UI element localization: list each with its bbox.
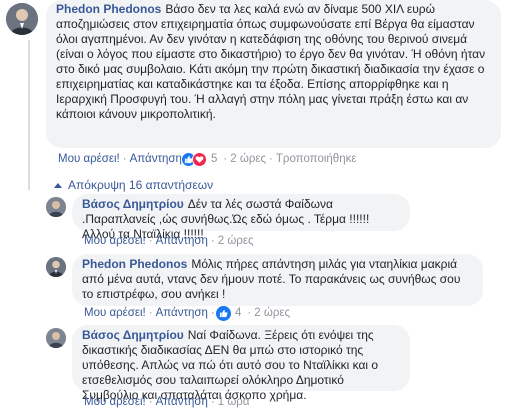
reply-link[interactable]: Απάντηση bbox=[130, 153, 182, 165]
person-photo-icon bbox=[6, 3, 38, 35]
comment-time[interactable]: 2 ώρες bbox=[230, 153, 266, 165]
reply-time[interactable]: 2 ώρες bbox=[218, 235, 254, 247]
reply-time[interactable]: 2 ώρες bbox=[254, 307, 290, 319]
avatar[interactable] bbox=[46, 197, 66, 217]
reactions-summary[interactable]: 4 · 2 ώρες bbox=[216, 305, 290, 321]
reply-text: Phedon Phedonos Μόλις πήρες απάντηση μιλά… bbox=[82, 257, 473, 302]
person-photo-icon bbox=[46, 328, 66, 348]
like-reaction-icon bbox=[216, 305, 231, 321]
person-photo-icon bbox=[46, 257, 66, 277]
reply-actions: Μου αρέσει! · Απάντηση · bbox=[84, 307, 215, 319]
comment-body: Βάσο δεν τα λες καλά ενώ αν δίναμε 500 Χ… bbox=[56, 2, 486, 121]
comment-bubble: Phedon Phedonos Βάσο δεν τα λες καλά ενώ … bbox=[46, 0, 501, 148]
hide-replies-link[interactable]: Απόκρυψη 16 απαντήσεων bbox=[54, 177, 213, 193]
comment-actions: Μου αρέσει!·Απάντηση· bbox=[58, 153, 189, 165]
reply-author[interactable]: Phedon Phedonos bbox=[82, 257, 187, 271]
comment-author[interactable]: Phedon Phedonos bbox=[56, 2, 161, 16]
avatar[interactable] bbox=[6, 3, 38, 35]
reply-author[interactable]: Βάσος Δημητρίου bbox=[82, 197, 184, 211]
reply-actions: Μου αρέσει! · Απάντηση · 2 ώρες bbox=[84, 235, 254, 247]
reply-actions: Μου αρέσει! · Απάντηση · 1 ώρα bbox=[84, 396, 250, 408]
like-link[interactable]: Μου αρέσει! bbox=[84, 307, 146, 319]
edited-label[interactable]: Τροποποιήθηκε bbox=[276, 153, 357, 165]
reaction-count: 5 bbox=[211, 153, 218, 165]
avatar[interactable] bbox=[46, 257, 66, 277]
avatar[interactable] bbox=[46, 328, 66, 348]
person-photo-icon bbox=[46, 197, 66, 217]
reply-time[interactable]: 1 ώρα bbox=[218, 396, 250, 408]
reply-bubble: Βάσος Δημητρίου Δέν τα λές σωστά Φαίδωνα … bbox=[72, 194, 410, 241]
comment-text: Phedon Phedonos Βάσο δεν τα λες καλά ενώ … bbox=[56, 2, 491, 122]
like-link[interactable]: Μου αρέσει! bbox=[84, 396, 146, 408]
love-reaction-icon bbox=[192, 151, 207, 167]
reply-bubble: Βάσος Δημητρίου Ναί Φαίδωνα. Ξέρεις ότι ε… bbox=[72, 325, 410, 402]
reaction-count: 4 bbox=[235, 307, 242, 319]
like-link[interactable]: Μου αρέσει! bbox=[58, 153, 120, 165]
thread-line bbox=[28, 40, 30, 190]
like-link[interactable]: Μου αρέσει! bbox=[84, 235, 146, 247]
reply-bubble: Phedon Phedonos Μόλις πήρες απάντηση μιλά… bbox=[72, 254, 483, 306]
reply-link[interactable]: Απάντηση bbox=[156, 235, 208, 247]
reply-link[interactable]: Απάντηση bbox=[156, 396, 208, 408]
reply-author[interactable]: Βάσος Δημητρίου bbox=[82, 328, 184, 342]
collapse-arrow-icon bbox=[54, 182, 62, 188]
reply-link[interactable]: Απάντηση bbox=[156, 307, 208, 319]
reply-text: Βάσος Δημητρίου Ναί Φαίδωνα. Ξέρεις ότι ε… bbox=[82, 328, 400, 403]
reactions-summary[interactable]: 5 · 2 ώρες · Τροποποιήθηκε bbox=[181, 151, 356, 167]
